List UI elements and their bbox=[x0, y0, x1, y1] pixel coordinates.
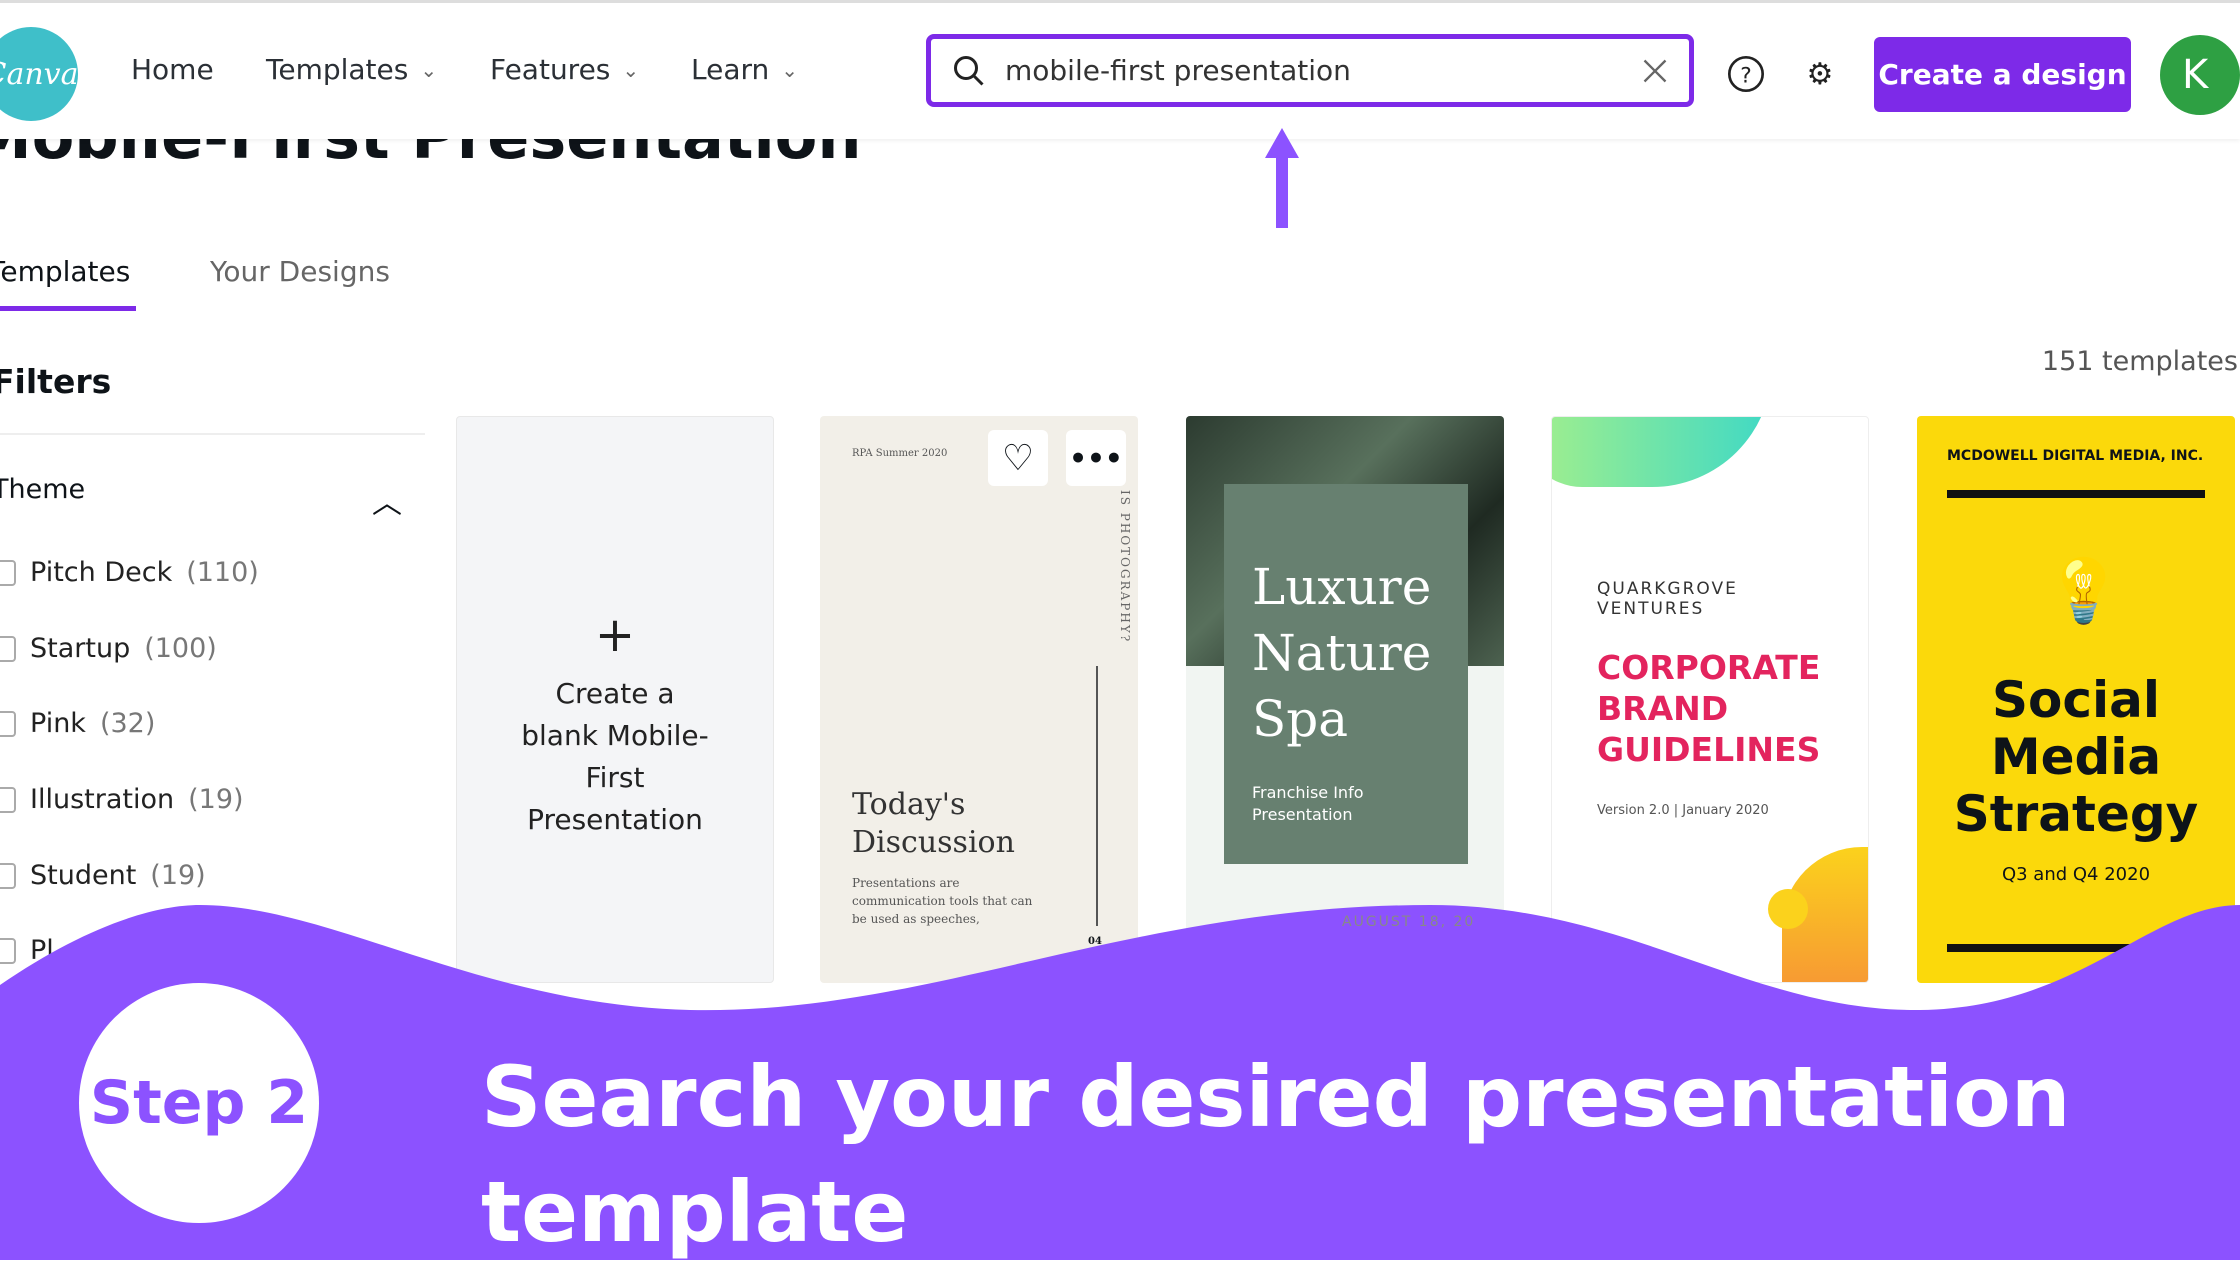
step-badge: Step 2 bbox=[79, 983, 319, 1223]
card-date: AUGUST 18, 20 bbox=[1342, 914, 1476, 930]
step-caption: Search your desired presentation templat… bbox=[481, 1048, 2071, 1261]
